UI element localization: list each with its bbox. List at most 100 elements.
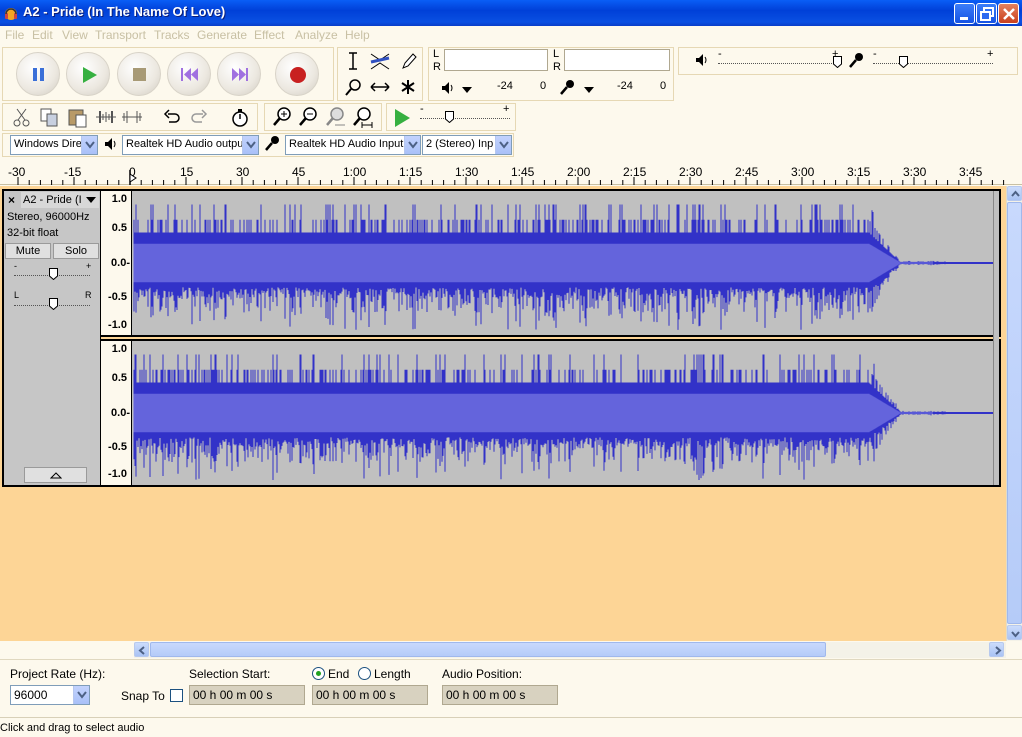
- undo-icon[interactable]: [160, 105, 184, 129]
- waveform-left-svg: [133, 204, 993, 330]
- multi-tool[interactable]: [395, 75, 421, 99]
- fit-project-icon[interactable]: [350, 105, 374, 129]
- playback-meter[interactable]: [444, 49, 548, 71]
- playback-meter-l: L: [433, 48, 440, 60]
- collapse-track-button[interactable]: [24, 467, 87, 483]
- menu-analyze[interactable]: Analyze: [295, 28, 338, 42]
- track-area[interactable]: × A2 - Pride (I Stereo, 96000Hz 32-bit f…: [0, 186, 1006, 641]
- redo-icon[interactable]: [187, 105, 211, 129]
- output-device-value: Realtek HD Audio outpu: [126, 138, 244, 150]
- play-button[interactable]: [66, 52, 110, 96]
- input-volume-slider[interactable]: [899, 56, 908, 68]
- selection-tool[interactable]: [340, 49, 366, 73]
- envelope-tool[interactable]: [367, 49, 393, 73]
- paste-icon[interactable]: [66, 105, 90, 129]
- zoom-in-icon[interactable]: [270, 105, 294, 129]
- menu-help[interactable]: Help: [345, 28, 370, 42]
- audio-position-label: Audio Position:: [442, 667, 523, 681]
- copy-icon[interactable]: [38, 105, 62, 129]
- solo-button[interactable]: Solo: [53, 243, 99, 259]
- play-at-speed-icon[interactable]: [390, 106, 414, 130]
- output-device-select[interactable]: Realtek HD Audio outpu: [122, 135, 259, 155]
- menu-transport[interactable]: Transport: [95, 28, 146, 42]
- stop-button[interactable]: [117, 52, 161, 96]
- minimize-button[interactable]: [954, 3, 975, 24]
- end-label: End: [328, 667, 350, 681]
- horizontal-scrollbar[interactable]: [134, 642, 1006, 658]
- menu-generate[interactable]: Generate: [197, 28, 247, 42]
- envelope-icon: [370, 53, 390, 70]
- audacity-app-icon: [5, 8, 17, 20]
- pause-icon: [33, 68, 44, 81]
- record-meter[interactable]: [564, 49, 670, 71]
- output-volume-track: [718, 63, 838, 64]
- skip-to-start-button[interactable]: [167, 52, 211, 96]
- mute-button[interactable]: Mute: [5, 243, 51, 259]
- ruler-ticks: [17, 177, 1005, 185]
- snap-to-checkbox[interactable]: [170, 689, 183, 702]
- menu-edit[interactable]: Edit: [32, 28, 53, 42]
- menu-bar: File Edit View Transport Tracks Generate…: [0, 26, 1022, 45]
- sync-lock-icon[interactable]: [228, 105, 252, 129]
- menu-file[interactable]: File: [5, 28, 24, 42]
- selection-start-time[interactable]: 00 h 00 m 00 s: [189, 685, 305, 705]
- audio-host-value: Windows Dire: [14, 138, 82, 150]
- pause-button[interactable]: [16, 52, 60, 96]
- vruler-label: -1.0: [108, 319, 127, 331]
- track-name-menu[interactable]: A2 - Pride (I: [21, 192, 99, 208]
- output-volume-slider[interactable]: [833, 56, 842, 68]
- input-volume-mic-icon: [849, 53, 863, 68]
- cut-icon[interactable]: [10, 105, 34, 129]
- draw-tool[interactable]: [395, 49, 421, 73]
- skip-to-end-button[interactable]: [217, 52, 261, 96]
- end-radio[interactable]: [312, 667, 325, 680]
- vruler-label: 0.5: [111, 222, 127, 234]
- menu-tracks[interactable]: Tracks: [154, 28, 190, 42]
- waveform-rms: [133, 243, 946, 283]
- selection-end-value: 00 h 00 m 00 s: [316, 688, 396, 702]
- scroll-left-button[interactable]: [134, 642, 149, 657]
- scroll-down-button[interactable]: [1007, 625, 1022, 640]
- pan-slider[interactable]: [49, 298, 58, 310]
- length-radio[interactable]: [358, 667, 371, 680]
- selection-end-time[interactable]: 00 h 00 m 00 s: [312, 685, 428, 705]
- gain-minus: -: [14, 261, 17, 271]
- audio-track[interactable]: × A2 - Pride (I Stereo, 96000Hz 32-bit f…: [2, 189, 1001, 487]
- close-button[interactable]: [998, 3, 1019, 24]
- vruler-label: 1.0: [111, 343, 127, 355]
- silence-icon[interactable]: [120, 105, 144, 129]
- menu-effect[interactable]: Effect: [254, 28, 284, 42]
- audio-position-time[interactable]: 00 h 00 m 00 s: [442, 685, 558, 705]
- input-device-value: Realtek HD Audio Input: [289, 138, 404, 150]
- input-channels-select[interactable]: 2 (Stereo) Inp: [422, 135, 512, 155]
- trim-icon[interactable]: [94, 105, 118, 129]
- playback-meter-menu-icon[interactable]: [460, 85, 474, 95]
- collapse-arrow-icon: [50, 472, 62, 479]
- fit-selection-icon[interactable]: [323, 105, 347, 129]
- zoom-tool[interactable]: [340, 75, 366, 99]
- project-rate-select[interactable]: 96000: [10, 685, 90, 705]
- timeshift-tool[interactable]: [367, 75, 393, 99]
- waveform-right-channel[interactable]: [133, 341, 993, 485]
- chevron-right-icon: [995, 646, 1002, 655]
- timeline-ruler[interactable]: -30 -15 0 15 30 45 1:00 1:15 1:30 1:45 2…: [0, 158, 1022, 185]
- project-rate-label: Project Rate (Hz):: [10, 667, 106, 681]
- track-close-button[interactable]: ×: [8, 193, 15, 207]
- audio-host-select[interactable]: Windows Dire: [10, 135, 98, 155]
- record-meter-menu-icon[interactable]: [582, 85, 596, 95]
- input-device-select[interactable]: Realtek HD Audio Input: [285, 135, 421, 155]
- speed-slider[interactable]: [445, 111, 454, 123]
- restore-button[interactable]: [976, 3, 997, 24]
- vertical-scrollbar[interactable]: [1006, 186, 1022, 641]
- playback-meter-r: R: [433, 61, 441, 73]
- scroll-right-button[interactable]: [989, 642, 1004, 657]
- vertical-scroll-thumb[interactable]: [1007, 202, 1022, 624]
- waveform-left-channel[interactable]: [133, 191, 993, 335]
- vertical-ruler-left-channel: 1.0 0.5 0.0- -0.5 -1.0: [101, 191, 132, 335]
- horizontal-scroll-thumb[interactable]: [150, 642, 826, 657]
- menu-view[interactable]: View: [62, 28, 88, 42]
- scroll-up-button[interactable]: [1007, 186, 1022, 201]
- zoom-out-icon[interactable]: [296, 105, 320, 129]
- record-button[interactable]: [275, 52, 319, 96]
- gain-slider[interactable]: [49, 268, 58, 280]
